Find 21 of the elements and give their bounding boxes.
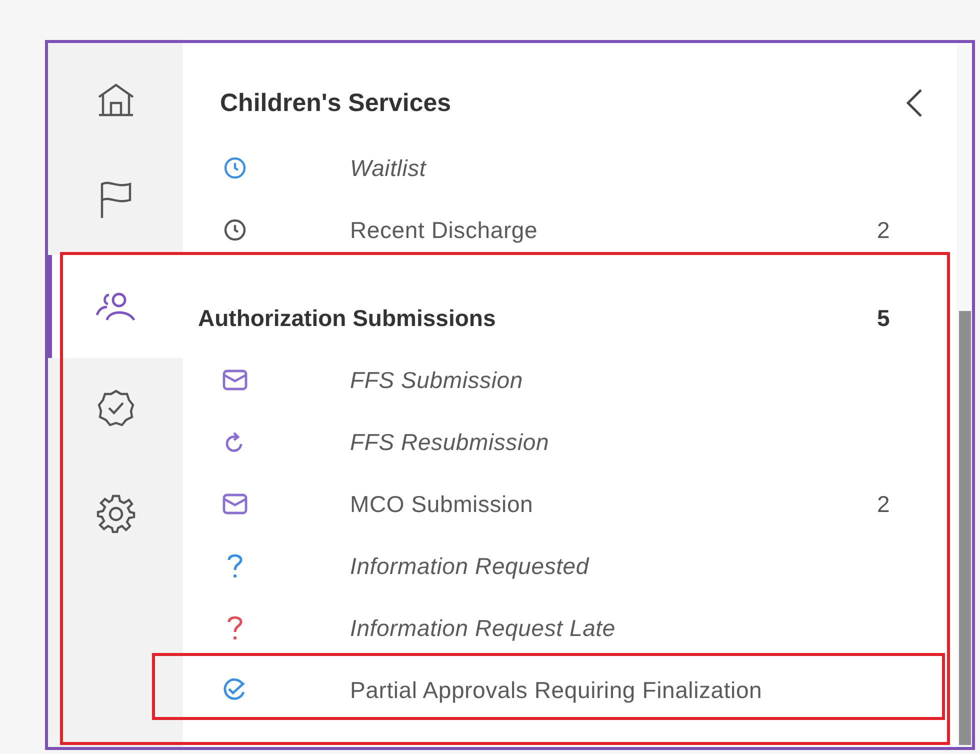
scrollbar[interactable]	[957, 43, 972, 747]
gear-icon	[96, 493, 136, 533]
menu-item[interactable]: FFS Submission	[350, 366, 877, 394]
people-icon	[94, 290, 138, 322]
menu-item[interactable]: Information Request Late	[350, 614, 877, 642]
scrollbar-thumb[interactable]	[959, 311, 971, 745]
home-icon	[96, 82, 136, 118]
section-count: 5	[877, 304, 891, 332]
badge-check-icon	[96, 388, 136, 428]
menu-item[interactable]: FFS Resubmission	[350, 428, 877, 456]
item-count: 2	[877, 490, 891, 518]
menu-item[interactable]: Partial Approvals Requiring Finalization	[350, 676, 877, 704]
menu-item[interactable]: Recent Discharge	[350, 216, 877, 244]
chevron-left-icon	[905, 88, 923, 118]
menu-item[interactable]: MCO Submission	[350, 490, 877, 518]
item-count: 2	[877, 216, 891, 244]
section-title[interactable]: Authorization Submissions	[198, 304, 877, 332]
nav-item[interactable]	[48, 255, 183, 358]
panel-title: Children's Services	[220, 88, 452, 118]
menu-item[interactable]: Waitlist	[350, 154, 877, 182]
menu-item[interactable]: Information Requested	[350, 552, 877, 580]
